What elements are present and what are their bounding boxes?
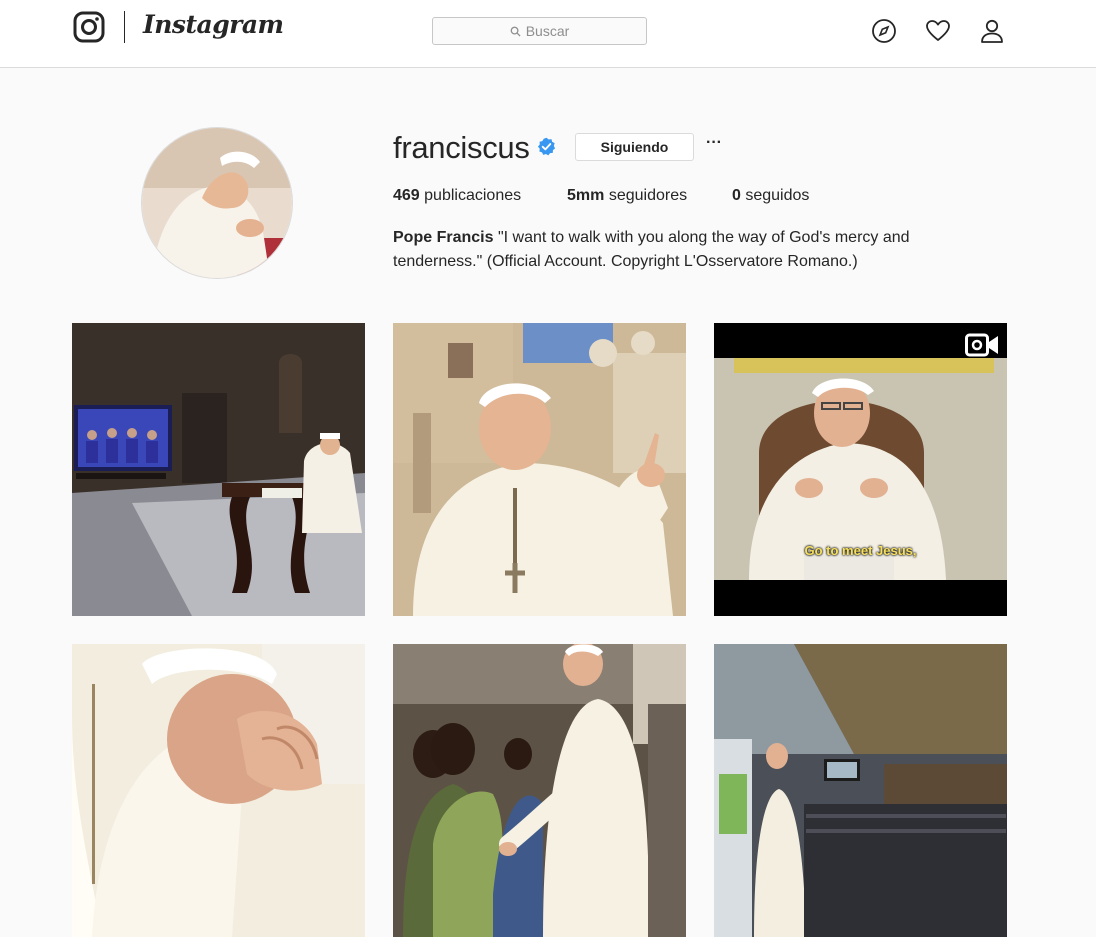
- more-options-button[interactable]: ···: [705, 135, 723, 155]
- video-camera-icon: [965, 333, 999, 357]
- stat-followers-value: 5mm: [567, 187, 605, 204]
- stat-posts: 469 publicaciones: [393, 187, 521, 205]
- stat-followers-label: seguidores: [608, 187, 688, 204]
- stat-following-value: 0: [732, 187, 741, 204]
- person-icon[interactable]: [979, 18, 1005, 44]
- post-thumbnail[interactable]: [72, 323, 365, 616]
- post-image: [714, 644, 1007, 937]
- heart-icon[interactable]: [925, 18, 951, 44]
- search-input[interactable]: Buscar: [432, 17, 647, 45]
- search-icon: [510, 26, 521, 37]
- post-image: [714, 323, 1007, 616]
- video-caption: Go to meet Jesus,: [804, 543, 917, 558]
- profile-full-name: Pope Francis: [393, 229, 494, 246]
- post-thumbnail[interactable]: [714, 644, 1007, 937]
- search-placeholder: Buscar: [525, 23, 570, 39]
- post-thumbnail[interactable]: [72, 644, 365, 937]
- stat-following[interactable]: 0 seguidos: [732, 187, 809, 205]
- stat-posts-value: 469: [393, 187, 420, 204]
- post-image: [393, 323, 686, 616]
- post-image: [393, 644, 686, 937]
- post-thumbnail[interactable]: [393, 644, 686, 937]
- top-navigation-bar: Instagram Buscar: [0, 0, 1096, 68]
- instagram-wordmark[interactable]: Instagram: [143, 10, 284, 39]
- post-image: [72, 323, 365, 616]
- post-thumbnail-video[interactable]: Go to meet Jesus,: [714, 323, 1007, 616]
- verified-badge-icon: [537, 137, 556, 156]
- stat-followers[interactable]: 5mm seguidores: [567, 187, 687, 205]
- profile-username: franciscus: [393, 130, 530, 165]
- stat-following-label: seguidos: [745, 187, 810, 204]
- logo-divider: [124, 11, 125, 43]
- stat-posts-label: publicaciones: [424, 187, 522, 204]
- following-button[interactable]: Siguiendo: [575, 133, 694, 161]
- post-thumbnail[interactable]: [393, 323, 686, 616]
- camera-logo-icon[interactable]: [73, 11, 105, 43]
- profile-bio: Pope Francis "I want to walk with you al…: [393, 226, 963, 274]
- profile-avatar[interactable]: [141, 127, 293, 279]
- post-image: [72, 644, 365, 937]
- compass-icon[interactable]: [871, 18, 897, 44]
